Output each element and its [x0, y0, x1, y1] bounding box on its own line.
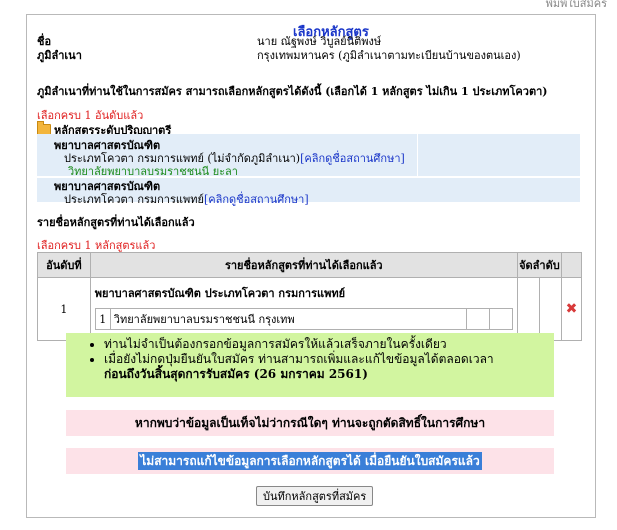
selected-heading: รายชื่อหลักสูตรที่ท่านได้เลือกแล้ว [37, 216, 195, 229]
domicile-label: ภูมิลำเนา [37, 49, 82, 62]
notice-item: ท่านไม่จำเป็นต้องกรอกข้อมูลการสมัครให้แล… [104, 337, 554, 352]
move-down-button[interactable] [540, 278, 561, 340]
row-program-cell: พยาบาลศาสตรบัณฑิต ประเภทโควตา กรมการแพทย… [89, 277, 518, 341]
move-up-button[interactable] [518, 278, 540, 340]
locked-warning: ไม่สามารถแก้ไขข้อมูลการเลือกหลักสูตรได้ … [66, 448, 554, 474]
table-row: 1 พยาบาลศาสตรบัณฑิต ประเภทโควตา กรมการแพ… [37, 277, 582, 341]
college-subtable: 1 วิทยาลัยพยาบาลบรมราชชนนี กรุงเทพ [94, 308, 513, 330]
delete-icon[interactable]: ✖ [566, 301, 578, 317]
false-info-warning: หากพบว่าข้อมูลเป็นเท็จไม่ว่ากรณีใดๆ ท่าน… [66, 410, 554, 436]
program-row: พยาบาลศาสตรบัณฑิต ประเภทโควตา กรมการแพทย… [37, 134, 580, 178]
col-delete [561, 252, 582, 278]
instruction-text: ภูมิลำเนาที่ท่านใช้ในการสมัคร สามารถเลือ… [37, 85, 548, 98]
print-application-link[interactable]: พิมพ์ใบสมัคร [546, 0, 607, 12]
program-quota: ประเภทโควตา กรมการแพทย์[คลิกดูชื่อสถานศึ… [64, 190, 309, 208]
program-quota-text: ประเภทโควตา กรมการแพทย์ [64, 193, 204, 206]
col-program: รายชื่อหลักสูตรที่ท่านได้เลือกแล้ว [89, 252, 518, 278]
college-rank: 1 [94, 308, 111, 330]
selected-programs-table: อันดับที่ รายชื่อหลักสูตรที่ท่านได้เลือก… [37, 252, 582, 341]
delete-cell: ✖ [561, 277, 582, 341]
notice-deadline: ก่อนถึงวันสิ้นสุดการรับสมัคร (26 มกราคม … [104, 367, 368, 381]
col-order: จัดลำดับ [516, 252, 563, 278]
notice-item-text: เมื่อยังไม่กดปุ่มยืนยันใบสมัคร ท่านสามาร… [104, 352, 494, 366]
program-row: พยาบาลศาสตรบัณฑิต ประเภทโควตา กรมการแพทย… [37, 178, 580, 206]
row-order-cell [516, 277, 563, 341]
view-colleges-link[interactable]: [คลิกดูชื่อสถานศึกษา] [300, 152, 405, 165]
domicile-value: กรุงเทพมหานคร (ภูมิลำเนาตามทะเบียนบ้านขอ… [257, 49, 521, 62]
college-move-up[interactable] [465, 308, 490, 330]
view-colleges-link[interactable]: [คลิกดูชื่อสถานศึกษา] [204, 193, 309, 206]
row-rank: 1 [37, 277, 91, 341]
college-move-down[interactable] [488, 308, 513, 330]
notice-item: เมื่อยังไม่กดปุ่มยืนยันใบสมัคร ท่านสามาร… [104, 352, 554, 382]
row-program: พยาบาลศาสตรบัณฑิต ประเภทโควตา กรมการแพทย… [94, 287, 346, 300]
locked-warning-text: ไม่สามารถแก้ไขข้อมูลการเลือกหลักสูตรได้ … [138, 452, 482, 470]
college-name: วิทยาลัยพยาบาลบรมราชชนนี กรุงเทพ [109, 308, 467, 330]
col-rank: อันดับที่ [37, 252, 91, 278]
notice-box: ท่านไม่จำเป็นต้องกรอกข้อมูลการสมัครให้แล… [66, 333, 554, 397]
save-program-button[interactable]: บันทึกหลักสูตรที่สมัคร [256, 486, 374, 506]
